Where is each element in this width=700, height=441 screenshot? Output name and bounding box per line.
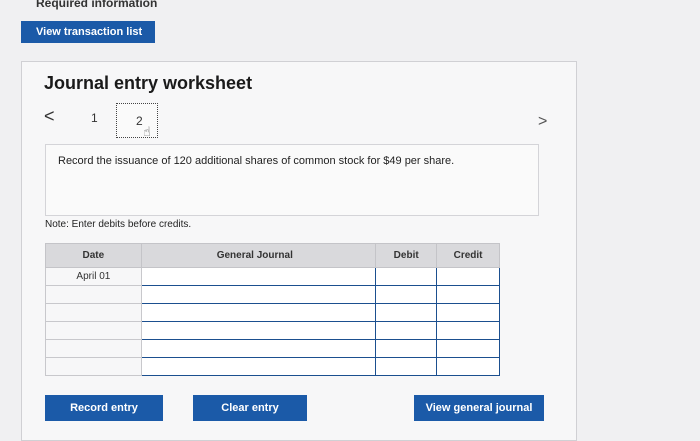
credit-input[interactable] (436, 303, 500, 322)
date-cell[interactable]: April 01 (45, 267, 142, 286)
hand-pointer-icon: ☝ (143, 124, 151, 139)
header-debit: Debit (375, 243, 438, 268)
table-row (45, 285, 500, 304)
account-input[interactable] (140, 267, 377, 286)
credit-input[interactable] (436, 285, 500, 304)
debit-input[interactable] (375, 285, 438, 304)
view-general-journal-button[interactable]: View general journal (414, 395, 544, 421)
debit-input[interactable] (375, 303, 438, 322)
table-header-row: Date General Journal Debit Credit (45, 243, 500, 268)
view-transaction-list-button[interactable]: View transaction list (21, 21, 155, 43)
credit-input[interactable] (436, 357, 500, 376)
date-cell[interactable] (45, 357, 142, 376)
record-entry-button[interactable]: Record entry (45, 395, 163, 421)
debit-input[interactable] (375, 321, 438, 340)
account-input[interactable] (140, 339, 377, 358)
credit-input[interactable] (436, 339, 500, 358)
debit-input[interactable] (375, 267, 438, 286)
account-input[interactable] (140, 303, 377, 322)
prev-page-chevron-icon[interactable]: < (44, 106, 55, 127)
table-row (45, 339, 500, 358)
credit-input[interactable] (436, 267, 500, 286)
table-row (45, 357, 500, 376)
date-cell[interactable] (45, 303, 142, 322)
instruction-text: Record the issuance of 120 additional sh… (58, 155, 455, 167)
clear-entry-button[interactable]: Clear entry (193, 395, 307, 421)
journal-table: Date General Journal Debit Credit April … (45, 243, 500, 376)
required-information-heading: Required information (36, 0, 158, 10)
debit-input[interactable] (375, 357, 438, 376)
account-input[interactable] (140, 285, 377, 304)
page-tab-2-label: 2 (136, 114, 143, 128)
credit-input[interactable] (436, 321, 500, 340)
header-general-journal: General Journal (140, 243, 377, 268)
note-text: Note: Enter debits before credits. (45, 219, 192, 230)
account-input[interactable] (140, 357, 377, 376)
debit-input[interactable] (375, 339, 438, 358)
instruction-box: Record the issuance of 120 additional sh… (45, 144, 539, 216)
next-page-chevron-icon[interactable]: > (538, 113, 547, 131)
table-row: April 01 (45, 267, 500, 286)
header-date: Date (45, 243, 142, 268)
account-input[interactable] (140, 321, 377, 340)
worksheet-title: Journal entry worksheet (44, 73, 253, 93)
date-cell[interactable] (45, 285, 142, 304)
date-cell[interactable] (45, 339, 142, 358)
header-credit: Credit (436, 243, 500, 268)
table-row (45, 303, 500, 322)
page-tab-2[interactable]: 2 ☝ (116, 103, 158, 139)
page-tab-1[interactable]: 1 (91, 111, 98, 125)
date-cell[interactable] (45, 321, 142, 340)
table-row (45, 321, 500, 340)
